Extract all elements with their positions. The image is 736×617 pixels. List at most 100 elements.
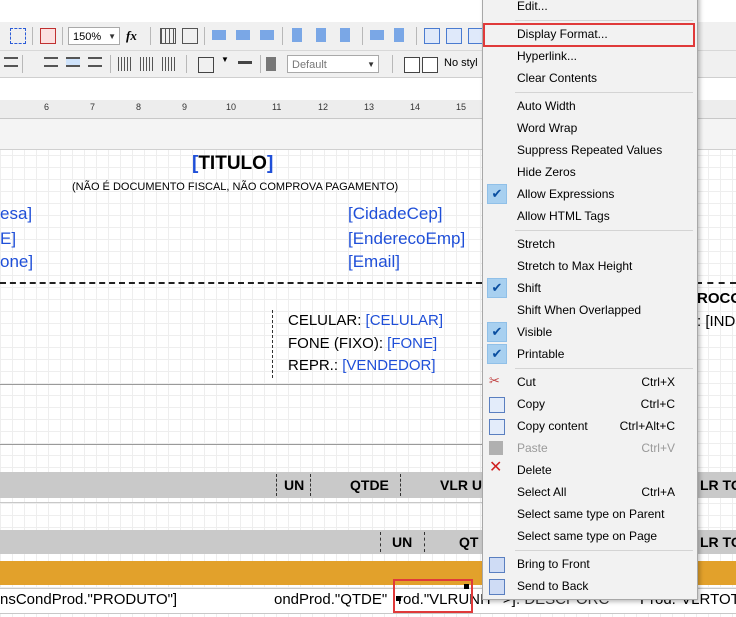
address-field[interactable]: [EnderecoEmp] — [348, 229, 465, 249]
title-bracket: ] — [266, 153, 274, 174]
email-field[interactable]: [Email] — [348, 252, 400, 272]
company-field[interactable]: E] — [0, 229, 16, 249]
menu-item-hyperlink[interactable]: Hyperlink... — [483, 45, 697, 67]
menu-item-auto-width[interactable]: Auto Width — [483, 95, 697, 117]
menu-item-delete[interactable]: ✕ Delete — [483, 459, 697, 481]
column-header-qtde[interactable]: QTDE — [350, 477, 389, 493]
menu-item-word-wrap[interactable]: Word Wrap — [483, 117, 697, 139]
highlight-icon[interactable] — [404, 57, 420, 73]
menu-item-label: Edit... — [517, 0, 548, 13]
border-left-icon[interactable] — [118, 57, 132, 71]
text-align-left-icon[interactable] — [4, 57, 18, 67]
menu-item-suppress-repeated[interactable]: Suppress Repeated Values — [483, 139, 697, 161]
column-header-qt[interactable]: QT — [459, 534, 478, 550]
menu-item-label: Bring to Front — [517, 557, 590, 571]
cut-field[interactable]: : [IND — [697, 313, 735, 330]
text-justify-icon[interactable] — [88, 57, 102, 67]
align-middle-icon[interactable] — [316, 28, 326, 42]
align-bottom-icon[interactable] — [340, 28, 350, 42]
menu-item-shortcut: Ctrl+C — [640, 397, 675, 411]
column-header-vlrtot[interactable]: LR TO — [700, 534, 736, 550]
chevron-down-icon[interactable]: ▼ — [221, 55, 229, 64]
style-label[interactable]: No styl — [444, 57, 478, 69]
menu-item-printable[interactable]: ✔ Printable — [483, 343, 697, 365]
city-field[interactable]: [CidadeCep] — [348, 204, 443, 224]
menu-item-stretch-max[interactable]: Stretch to Max Height — [483, 255, 697, 277]
space-vertical-icon[interactable] — [394, 28, 404, 42]
menu-item-allow-html[interactable]: Allow HTML Tags — [483, 205, 697, 227]
menu-item-label: Send to Back — [517, 579, 589, 593]
cellphone-line[interactable]: CELULAR: [CELULAR] — [288, 312, 443, 329]
menu-item-copy[interactable]: Copy Ctrl+C — [483, 393, 697, 415]
align-right-icon[interactable] — [260, 30, 274, 40]
space-horizontal-icon[interactable] — [370, 30, 384, 40]
border-center-icon[interactable] — [140, 57, 154, 71]
report-subtitle[interactable]: (NÃO É DOCUMENTO FISCAL, NÃO COMPROVA PA… — [72, 181, 398, 193]
style-icon[interactable] — [422, 57, 438, 73]
cut-label[interactable]: ROCO — [697, 290, 736, 307]
product-field[interactable]: nsCondProd."PRODUTO"] — [0, 591, 177, 608]
border-right-icon[interactable] — [162, 57, 176, 71]
zoom-combo[interactable]: 150% ▼ — [68, 27, 120, 45]
rep-label: REPR.: — [288, 357, 343, 374]
bring-front-icon[interactable] — [40, 28, 56, 44]
column-header-vlrtot[interactable]: LR TO — [700, 477, 736, 493]
toolbar-separator — [110, 55, 111, 73]
align-grid-icon[interactable] — [10, 28, 26, 44]
group-band[interactable] — [696, 561, 736, 585]
selection-bracket — [424, 532, 426, 552]
menu-item-select-all[interactable]: Select All Ctrl+A — [483, 481, 697, 503]
center-vertical-icon[interactable] — [446, 28, 462, 44]
menu-item-cut[interactable]: ✂ Cut Ctrl+X — [483, 371, 697, 393]
menu-item-visible[interactable]: ✔ Visible — [483, 321, 697, 343]
menu-item-bring-front[interactable]: Bring to Front — [483, 553, 697, 575]
company-field[interactable]: esa] — [0, 204, 32, 224]
header-band[interactable] — [0, 472, 482, 498]
menu-item-highlight — [483, 23, 695, 47]
menu-item-select-page[interactable]: Select same type on Page — [483, 525, 697, 547]
align-left-icon[interactable] — [212, 30, 226, 40]
toolbar-separator — [150, 27, 151, 45]
ruler-mark: 10 — [226, 102, 237, 112]
menu-item-hide-zeros[interactable]: Hide Zeros — [483, 161, 697, 183]
frame-icon[interactable] — [182, 28, 198, 44]
column-header-un[interactable]: UN — [284, 477, 304, 493]
menu-item-select-parent[interactable]: Select same type on Parent — [483, 503, 697, 525]
menu-item-shift-overlapped[interactable]: Shift When Overlapped — [483, 299, 697, 321]
toolbar-separator — [282, 27, 283, 45]
fill-color-icon[interactable] — [266, 57, 276, 71]
menu-item-clear-contents[interactable]: Clear Contents — [483, 67, 697, 89]
align-center-icon[interactable] — [236, 30, 250, 40]
rep-line[interactable]: REPR.: [VENDEDOR] — [288, 357, 436, 374]
menu-item-stretch[interactable]: Stretch — [483, 233, 697, 255]
menu-item-label: Visible — [517, 325, 553, 339]
menu-item-shortcut: Ctrl+Alt+C — [619, 419, 675, 433]
menu-item-edit[interactable]: Edit... — [483, 0, 697, 17]
line-width-icon[interactable] — [238, 61, 252, 64]
grid-icon[interactable] — [160, 28, 176, 44]
menu-item-copy-content[interactable]: Copy content Ctrl+Alt+C — [483, 415, 697, 437]
toolbar-separator — [392, 55, 393, 73]
cellphone-value: [CELULAR] — [365, 312, 444, 329]
company-field[interactable]: one] — [0, 252, 33, 272]
report-title[interactable]: [TITULO] — [192, 153, 273, 175]
font-combo[interactable]: Default ▼ — [287, 55, 379, 73]
selection-handle[interactable] — [464, 584, 469, 589]
center-horizontal-icon[interactable] — [424, 28, 440, 44]
ruler-mark: 14 — [410, 102, 421, 112]
text-align-center-icon[interactable] — [44, 57, 58, 67]
phone-line[interactable]: FONE (FIXO): [FONE] — [288, 335, 437, 352]
column-header-vlru[interactable]: VLR U — [440, 477, 482, 493]
function-icon[interactable]: fx — [126, 28, 137, 44]
menu-item-allow-expressions[interactable]: ✔ Allow Expressions — [483, 183, 697, 205]
menu-item-shift[interactable]: ✔ Shift — [483, 277, 697, 299]
align-top-icon[interactable] — [292, 28, 302, 42]
menu-item-paste[interactable]: Paste Ctrl+V — [483, 437, 697, 459]
menu-item-send-back[interactable]: Send to Back — [483, 575, 697, 597]
text-align-right-icon[interactable] — [66, 57, 80, 67]
border-style-icon[interactable] — [198, 57, 214, 73]
phone-value: [FONE] — [387, 335, 438, 352]
column-header-un[interactable]: UN — [392, 534, 412, 550]
selection-handle[interactable] — [396, 596, 401, 601]
qty-field[interactable]: ondProd."QTDE" — [274, 591, 387, 608]
